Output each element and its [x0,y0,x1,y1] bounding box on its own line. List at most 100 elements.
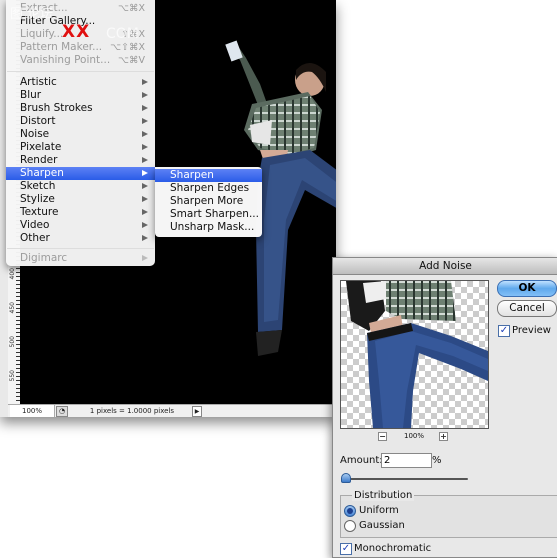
menu-item-label: Brush Strokes [20,102,93,114]
menu-item-label: Blur [20,89,42,101]
watermark-ghost: COM [106,26,139,42]
zoom-out-button[interactable]: − [378,432,387,441]
menu-item-render[interactable]: Render [6,154,155,167]
menu-item-label: Texture [20,206,59,218]
zoom-in-button[interactable]: + [439,432,448,441]
submenu-arrow-icon [142,235,148,241]
amount-unit: % [432,455,442,466]
preview-label: Preview [512,325,551,336]
menu-item-label: Sketch [20,180,56,192]
menu-item-video[interactable]: Video [6,219,155,232]
submenu-arrow-icon [142,209,148,215]
preview-checkbox[interactable]: ✓ [498,325,510,337]
distribution-group [340,495,557,538]
ruler-label: 400 [9,268,16,280]
submenu-arrow-icon [142,79,148,85]
submenu-arrow-icon [142,183,148,189]
submenu-item-sharpen-edges[interactable]: Sharpen Edges [155,182,262,195]
gaussian-radio[interactable] [344,520,356,532]
menu-item-stylize[interactable]: Stylize [6,193,155,206]
menu-item-label: Sharpen [20,167,64,179]
submenu-item-sharpen-more[interactable]: Sharpen More [155,195,262,208]
menu-item-shortcut: ⌥⌘V [118,55,145,66]
amount-slider-track[interactable] [344,478,468,480]
filter-preview[interactable] [340,280,489,429]
menu-item-label: Vanishing Point... [20,54,111,66]
watermark-ghost: 图 论坛 [10,7,54,22]
preview-image [346,281,488,428]
cancel-button[interactable]: Cancel [497,300,557,317]
menu-item-label: Smart Sharpen... [170,208,259,220]
zoom-level-field[interactable]: 100% [10,405,55,417]
menu-item-noise[interactable]: Noise [6,128,155,141]
ruler-label: 550 [9,370,16,382]
menu-item-label: Stylize [20,193,55,205]
menu-item-distort[interactable]: Distort [6,115,155,128]
uniform-radio[interactable] [344,505,356,517]
menu-item-artistic[interactable]: Artistic [6,76,155,89]
menu-item-pattern-maker[interactable]: Pattern Maker... ⌥⇧⌘X [6,41,155,54]
menu-item-label: Liquify... [20,28,64,40]
uniform-label: Uniform [359,505,399,516]
menu-item-label: Video [20,219,50,231]
status-bar: 100% ◔ 1 pixels = 1.0000 pixels ▶ [8,404,336,417]
menu-item-label: Digimarc [20,252,68,264]
submenu-item-sharpen[interactable]: Sharpen [155,169,262,182]
watermark: XX [62,22,91,42]
menu-item-vanishing-point[interactable]: Vanishing Point... ⌥⌘V [6,54,155,67]
menu-separator [7,248,154,249]
menu-separator [7,71,154,72]
submenu-item-unsharp-mask[interactable]: Unsharp Mask... [155,221,262,234]
amount-slider-thumb[interactable] [340,473,351,483]
menu-item-label: Pattern Maker... [20,41,103,53]
document-info: 1 pixels = 1.0000 pixels [89,407,175,415]
menu-item-blur[interactable]: Blur [6,89,155,102]
sharpen-submenu: Sharpen Sharpen Edges Sharpen More Smart… [155,167,262,237]
menu-item-label: Noise [20,128,50,140]
add-noise-dialog: Add Noise − 100% + OK Cancel ✓ Preview A… [332,257,557,558]
menu-item-label: Distort [20,115,56,127]
menu-item-other[interactable]: Other [6,232,155,245]
submenu-arrow-icon [142,118,148,124]
amount-input[interactable] [381,453,432,468]
menu-item-label: Sharpen [170,169,214,181]
submenu-arrow-icon [142,255,148,261]
status-menu-arrow-icon[interactable]: ▶ [192,406,202,417]
status-bar-icon[interactable]: ◔ [56,406,68,417]
filter-menu: Extract... ⌥⌘X Filter Gallery... Liquify… [6,0,155,266]
monochromatic-label: Monochromatic [354,543,432,554]
submenu-arrow-icon [142,157,148,163]
submenu-item-smart-sharpen[interactable]: Smart Sharpen... [155,208,262,221]
menu-item-label: Unsharp Mask... [170,221,255,233]
menu-item-label: Sharpen More [170,195,244,207]
menu-item-sharpen[interactable]: Sharpen [6,167,155,180]
amount-label: Amount: [340,455,383,466]
menu-item-shortcut: ⌥⌘X [118,3,145,14]
ok-button[interactable]: OK [497,280,557,297]
submenu-arrow-icon [142,92,148,98]
distribution-label: Distribution [352,490,415,501]
menu-item-sketch[interactable]: Sketch [6,180,155,193]
submenu-arrow-icon [142,170,148,176]
ruler-label: 450 [9,302,16,314]
menu-item-label: Other [20,232,50,244]
menu-item-texture[interactable]: Texture [6,206,155,219]
gaussian-label: Gaussian [359,520,405,531]
menu-item-label: Artistic [20,76,57,88]
submenu-arrow-icon [142,196,148,202]
menu-item-label: Sharpen Edges [170,182,250,194]
dialog-title[interactable]: Add Noise [333,258,557,275]
menu-item-pixelate[interactable]: Pixelate [6,141,155,154]
menu-item-label: Render [20,154,58,166]
submenu-arrow-icon [142,144,148,150]
preview-zoom-level: 100% [404,432,425,440]
ruler-label: 500 [9,336,16,348]
menu-item-shortcut: ⌥⇧⌘X [110,42,145,53]
submenu-arrow-icon [142,105,148,111]
submenu-arrow-icon [142,222,148,228]
menu-item-brush-strokes[interactable]: Brush Strokes [6,102,155,115]
menu-item-digimarc[interactable]: Digimarc [6,252,155,265]
submenu-arrow-icon [142,131,148,137]
monochromatic-checkbox[interactable]: ✓ [340,543,352,555]
menu-item-label: Pixelate [20,141,62,153]
